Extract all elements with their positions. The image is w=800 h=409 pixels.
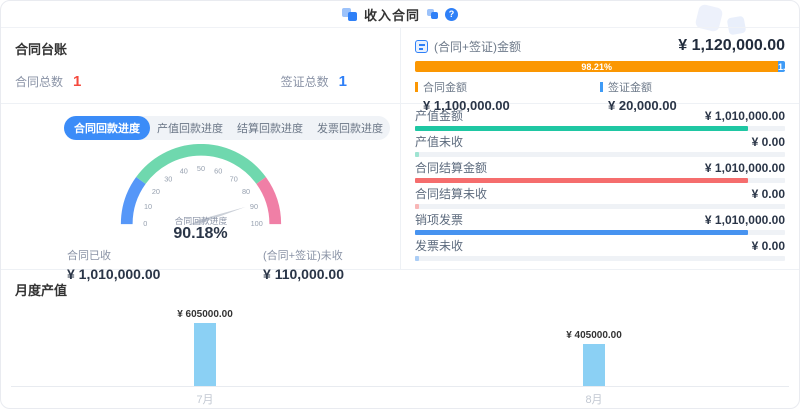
metric-bar-fill — [415, 256, 419, 261]
ledger-stats: 合同总数 1 签证总数 1 — [15, 73, 347, 90]
stat-value: 1 — [339, 73, 347, 90]
amount-split-bar: 98.21% 1. — [415, 61, 785, 72]
metric-rows-section: 产值金额 ¥ 1,010,000.00 产值未收 ¥ 0.00 — [401, 104, 799, 261]
gauge-segment-low — [126, 180, 140, 224]
metric-label: 发票未收 — [415, 240, 463, 253]
stat-value: 1 — [73, 73, 81, 90]
metric-label: 产值金额 — [415, 110, 463, 123]
legend-label: 合同金额 — [423, 79, 467, 95]
bar-august — [583, 344, 605, 386]
metric-row-settlement-unreceived: 合同结算未收 ¥ 0.00 — [415, 188, 785, 209]
gauge-chart: 0 10 20 30 40 50 60 70 80 90 100 — [101, 144, 301, 243]
metric-bar-track — [415, 178, 785, 183]
income-contract-dashboard: 收入合同 ? 合同台账 合同总数 1 签证总数 1 — [0, 0, 800, 409]
svg-text:0: 0 — [143, 219, 147, 228]
x-tick-august: 8月 — [538, 391, 650, 407]
legend-mark — [600, 82, 603, 92]
metric-label: 销项发票 — [415, 214, 463, 227]
contract-amount-legend: 合同金额 ¥ 1,100,000.00 — [415, 79, 600, 113]
svg-text:100: 100 — [250, 219, 262, 228]
metric-bar-track — [415, 152, 785, 157]
monthly-title: 月度产值 — [15, 280, 67, 299]
stat-label: 合同总数 — [15, 73, 63, 90]
svg-text:10: 10 — [143, 202, 151, 211]
tab-contract-payment-progress[interactable]: 合同回款进度 — [64, 116, 150, 140]
document-icon — [415, 40, 428, 53]
page-title: 收入合同 — [364, 5, 420, 24]
legend-mark — [415, 82, 418, 92]
metric-value: ¥ 0.00 — [752, 240, 785, 253]
svg-text:90: 90 — [249, 202, 257, 211]
metric-value: ¥ 0.00 — [752, 136, 785, 149]
tab-output-payment-progress[interactable]: 产值回款进度 — [150, 116, 230, 140]
svg-text:50: 50 — [196, 164, 204, 173]
metric-row-invoice-unreceived: 发票未收 ¥ 0.00 — [415, 240, 785, 261]
svg-text:40: 40 — [179, 167, 187, 176]
svg-text:20: 20 — [151, 187, 159, 196]
metric-bar-fill — [415, 178, 748, 183]
legend-label: 签证金额 — [608, 79, 652, 95]
metric-value: ¥ 0.00 — [752, 188, 785, 201]
metric-label: 合同结算金额 — [415, 162, 487, 175]
summary-total: ¥ 1,120,000.00 — [678, 37, 785, 55]
bar-value-label: ¥ 405000.00 — [566, 330, 622, 341]
svg-text:30: 30 — [164, 174, 172, 183]
svg-text:60: 60 — [214, 167, 222, 176]
contract-ledger-section: 合同台账 合同总数 1 签证总数 1 — [1, 28, 400, 104]
bar-group-july: ¥ 605000.00 — [149, 309, 261, 386]
x-tick-july: 7月 — [149, 391, 261, 407]
bar-group-august: ¥ 405000.00 — [538, 330, 650, 386]
header: 收入合同 ? — [1, 1, 799, 28]
metric-row-output-unreceived: 产值未收 ¥ 0.00 — [415, 136, 785, 157]
right-column: (合同+签证)金额 ¥ 1,120,000.00 98.21% 1. 合同金额 … — [401, 28, 799, 269]
gauge-svg: 0 10 20 30 40 50 60 70 80 90 100 — [108, 144, 294, 230]
metric-bar-track — [415, 230, 785, 235]
gauge-segment-high — [261, 180, 275, 224]
metric-row-settlement-amount: 合同结算金额 ¥ 1,010,000.00 — [415, 162, 785, 183]
metric-bar-fill — [415, 230, 748, 235]
metric-bar-fill — [415, 204, 419, 209]
contract-stack-small-icon — [427, 9, 438, 19]
metric-value: ¥ 1,010,000.00 — [705, 162, 785, 175]
bar-july — [194, 323, 216, 386]
metric-row-sales-invoice: 销项发票 ¥ 1,010,000.00 — [415, 214, 785, 235]
svg-text:70: 70 — [229, 174, 237, 183]
metric-value: ¥ 1,010,000.00 — [705, 110, 785, 123]
summary-header-row: (合同+签证)金额 ¥ 1,120,000.00 — [415, 37, 785, 55]
unreceived-label: (合同+签证)未收 — [263, 247, 344, 263]
visa-amount-segment: 1. — [778, 61, 785, 72]
amount-summary-section: (合同+签证)金额 ¥ 1,120,000.00 98.21% 1. 合同金额 … — [401, 28, 799, 104]
help-icon[interactable]: ? — [445, 8, 458, 21]
received-label: 合同已收 — [67, 247, 160, 263]
metric-row-output-amount: 产值金额 ¥ 1,010,000.00 — [415, 110, 785, 131]
metric-bar-track — [415, 204, 785, 209]
metric-bar-track — [415, 126, 785, 131]
metric-value: ¥ 1,010,000.00 — [705, 214, 785, 227]
stat-label: 签证总数 — [281, 73, 329, 90]
visa-count-stat: 签证总数 1 — [281, 73, 347, 90]
x-axis-line — [11, 386, 789, 387]
visa-amount-legend: 签证金额 ¥ 20,000.00 — [600, 79, 785, 113]
metric-bar-fill — [415, 126, 748, 131]
svg-text:80: 80 — [241, 187, 249, 196]
tab-settlement-payment-progress[interactable]: 结算回款进度 — [230, 116, 310, 140]
ledger-title: 合同台账 — [15, 39, 386, 58]
summary-legend: 合同金额 ¥ 1,100,000.00 签证金额 ¥ 20,000.00 — [415, 79, 785, 113]
metric-label: 合同结算未收 — [415, 188, 487, 201]
contract-count-stat: 合同总数 1 — [15, 73, 81, 90]
metric-label: 产值未收 — [415, 136, 463, 149]
contract-amount-segment: 98.21% — [415, 61, 778, 72]
payment-progress-section: 合同回款进度 产值回款进度 结算回款进度 发票回款进度 0 10 20 — [1, 104, 400, 282]
left-column: 合同台账 合同总数 1 签证总数 1 合同回款进度 产值回款进度 结算回 — [1, 28, 401, 269]
bar-value-label: ¥ 605000.00 — [177, 309, 233, 320]
summary-label: (合同+签证)金额 — [434, 38, 672, 55]
tab-invoice-payment-progress[interactable]: 发票回款进度 — [310, 116, 390, 140]
progress-tab-bar: 合同回款进度 产值回款进度 结算回款进度 发票回款进度 — [64, 116, 390, 140]
monthly-output-section: 月度产值 ¥ 605000.00 ¥ 405000.00 7月 8月 — [1, 270, 799, 409]
metric-bar-track — [415, 256, 785, 261]
contract-stack-icon — [342, 8, 357, 21]
metric-bar-fill — [415, 152, 419, 157]
main-panels: 合同台账 合同总数 1 签证总数 1 合同回款进度 产值回款进度 结算回 — [1, 28, 799, 270]
